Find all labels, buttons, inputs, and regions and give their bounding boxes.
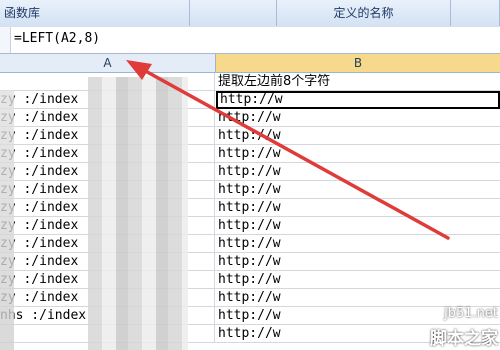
cell-b[interactable]: 提取左边前8个字符 xyxy=(216,73,500,91)
redacted-region-left xyxy=(0,90,14,350)
table-row: zy :/index http://w xyxy=(0,253,500,271)
column-header-a[interactable]: A xyxy=(0,54,216,72)
formula-bar: =LEFT(A2,8) xyxy=(0,27,500,54)
cell-b[interactable]: http://w xyxy=(216,217,500,235)
cell-b[interactable]: http://w xyxy=(216,163,500,181)
ribbon-group-defined-names[interactable]: 定义的名称 xyxy=(276,0,451,26)
ribbon-group-function-library[interactable]: 函数库 xyxy=(0,0,190,26)
cell-b[interactable]: http://w xyxy=(216,253,500,271)
table-row: http://w xyxy=(0,325,500,343)
table-row: zy :/index http://w xyxy=(0,199,500,217)
cell-b[interactable]: http://w xyxy=(216,235,500,253)
table-row: zy :/index http://w xyxy=(0,181,500,199)
table-row: nhs :/index http://w xyxy=(0,307,500,325)
formula-bar-handle[interactable] xyxy=(0,27,11,53)
table-row: zy :/index http://w xyxy=(0,127,500,145)
cell-b-active[interactable]: http://w xyxy=(216,91,500,109)
column-header-b[interactable]: B xyxy=(216,54,500,72)
table-row: zy :/index http://w xyxy=(0,91,500,109)
table-row: zy :/index http://w xyxy=(0,163,500,181)
watermark-site: jb51.net xyxy=(444,306,498,321)
watermark: jb51.net 脚本之家 xyxy=(428,306,500,350)
table-row: zy :/index http://w xyxy=(0,217,500,235)
table-row: zy :/index http://w xyxy=(0,271,500,289)
redacted-region xyxy=(88,77,188,350)
sheet-grid: 提取左边前8个字符 zy :/index http://w zy :/index htt… xyxy=(0,73,500,350)
formula-input[interactable]: =LEFT(A2,8) xyxy=(14,31,100,46)
ribbon: 函数库 定义的名称 xyxy=(0,0,500,28)
cell-b[interactable]: http://w xyxy=(216,271,500,289)
table-row: zy :/index http://w xyxy=(0,235,500,253)
table-row: zy :/index http://w xyxy=(0,109,500,127)
ribbon-group-next[interactable] xyxy=(451,0,500,26)
table-row: zy :/index http://w xyxy=(0,289,500,307)
cell-b[interactable]: http://w xyxy=(216,289,500,307)
cell-b[interactable]: http://w xyxy=(216,181,500,199)
watermark-name: 脚本之家 xyxy=(430,329,498,349)
column-headers: A B xyxy=(0,54,500,73)
cell-b[interactable]: http://w xyxy=(216,199,500,217)
table-row: zy :/index http://w xyxy=(0,145,500,163)
cell-b[interactable]: http://w xyxy=(216,109,500,127)
cell-b[interactable]: http://w xyxy=(216,145,500,163)
cell-b[interactable]: http://w xyxy=(216,127,500,145)
table-row: 提取左边前8个字符 xyxy=(0,73,500,91)
